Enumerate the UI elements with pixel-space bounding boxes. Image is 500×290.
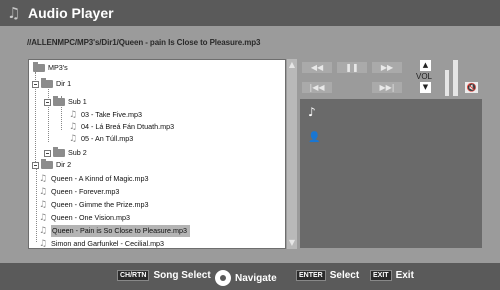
volume-up-button[interactable]: ▲	[420, 60, 431, 71]
scroll-down-icon[interactable]: ▼	[287, 238, 297, 248]
file-list-panel[interactable]: MP3's Dir 1 Sub 1 ♫ 03 - Take Five.mp3 ♫…	[28, 59, 286, 249]
collapse-toggle-icon[interactable]	[44, 98, 51, 106]
collapse-toggle-icon[interactable]	[32, 161, 39, 169]
mute-button[interactable]: 🔇	[465, 82, 478, 93]
song-select-hint[interactable]: CH/RTN Song Select	[117, 270, 211, 281]
previous-track-button[interactable]: |◀◀	[302, 82, 332, 93]
next-track-button[interactable]: ▶▶|	[372, 82, 402, 93]
audio-player-window: ♫ Audio Player //ALLENMPC/MP3's/Dir1/Que…	[0, 0, 500, 290]
file-label: Queen - Pain is So Close to Pleasure.mp3	[51, 225, 191, 237]
music-file-icon: ♫	[39, 213, 48, 223]
list-item[interactable]: ♫ Queen - Gimme the Prize.mp3	[39, 199, 148, 211]
volume-bar	[453, 60, 458, 96]
music-file-icon: ♫	[39, 226, 48, 236]
list-item[interactable]: ♫ Queen - One Vision.mp3	[39, 212, 130, 224]
volume-down-icon: ▼	[422, 83, 429, 91]
file-label: Simon and Garfunkel - Cecilial.mp3	[51, 239, 165, 248]
list-item-selected[interactable]: ♫ Queen - Pain is So Close to Pleasure.m…	[39, 225, 191, 237]
bottom-hint-bar: CH/RTN Song Select Navigate ENTER Select…	[0, 263, 500, 290]
pause-icon: ❚❚	[345, 63, 359, 72]
folder-icon	[41, 159, 53, 169]
tree-guide-line	[48, 84, 49, 142]
artist-icon: 👤	[308, 132, 321, 143]
music-file-icon: ♫	[69, 122, 78, 132]
folder-icon	[33, 62, 45, 72]
tree-item-root[interactable]: MP3's	[33, 62, 68, 74]
file-label: 05 - An Túll.mp3	[81, 134, 134, 143]
file-label: 03 - Take Five.mp3	[81, 110, 142, 119]
folder-icon	[41, 78, 53, 88]
tree-item-label: Dir 2	[56, 160, 72, 169]
tree-item-label: Dir 1	[56, 79, 72, 88]
window-title: Audio Player	[28, 5, 114, 21]
tree-guide-line	[36, 162, 37, 242]
tree-item-sub1[interactable]: Sub 1	[44, 96, 87, 108]
list-item[interactable]: ♫ 03 - Take Five.mp3	[69, 109, 142, 121]
list-item[interactable]: ♫ 05 - An Túll.mp3	[69, 133, 133, 145]
volume-up-icon: ▲	[422, 61, 429, 69]
song-select-label: Song Select	[153, 270, 211, 281]
exit-key-icon: EXIT	[370, 270, 392, 281]
music-note-icon: ♪	[308, 105, 316, 119]
navigate-hint[interactable]: Navigate	[215, 270, 277, 286]
fast-forward-button[interactable]: ▶▶	[372, 62, 402, 73]
exit-hint[interactable]: EXIT Exit	[370, 270, 414, 281]
navigation-pad-icon	[215, 270, 231, 286]
file-label: Queen - One Vision.mp3	[51, 213, 130, 222]
tree-item-label: Sub 2	[68, 148, 87, 157]
select-label: Select	[329, 270, 360, 281]
music-file-icon: ♫	[39, 239, 48, 249]
file-label: Queen - Forever.mp3	[51, 187, 120, 196]
mute-icon: 🔇	[466, 83, 477, 92]
file-label: Queen - A Kinnd of Magic.mp3	[51, 174, 149, 183]
exit-label: Exit	[395, 270, 414, 281]
list-scrollbar[interactable]: ▲ ▼	[287, 59, 297, 249]
track-info-panel: ♪ 👤	[300, 99, 482, 248]
collapse-toggle-icon[interactable]	[32, 80, 39, 88]
expand-toggle-icon[interactable]	[44, 149, 51, 157]
enter-key-icon: ENTER	[296, 270, 326, 281]
folder-icon	[53, 96, 65, 106]
ch-rtn-key-icon: CH/RTN	[117, 270, 150, 281]
title-bar: ♫ Audio Player	[0, 0, 500, 26]
navigate-label: Navigate	[235, 272, 277, 284]
rewind-button[interactable]: ◀◀	[302, 62, 332, 73]
tree-item-sub2[interactable]: Sub 2	[44, 147, 87, 159]
music-file-icon: ♫	[39, 174, 48, 184]
current-path: //ALLENMPC/MP3's/Dir1/Queen - pain Is Cl…	[27, 38, 261, 47]
file-label: Queen - Gimme the Prize.mp3	[51, 200, 149, 209]
music-note-icon: ♫	[7, 4, 21, 22]
music-file-icon: ♫	[69, 134, 78, 144]
volume-label: VOL	[416, 72, 433, 81]
fast-forward-icon: ▶▶	[380, 63, 394, 72]
music-file-icon: ♫	[39, 200, 48, 210]
rewind-icon: ◀◀	[310, 63, 324, 72]
tree-item-dir2[interactable]: Dir 2	[32, 159, 71, 171]
pause-button[interactable]: ❚❚	[337, 62, 367, 73]
previous-track-icon: |◀◀	[309, 83, 325, 92]
volume-down-button[interactable]: ▼	[420, 82, 431, 93]
list-item[interactable]: ♫ 04 - Lá Breá Fán Dtuath.mp3	[69, 121, 174, 133]
file-label: 04 - Lá Breá Fán Dtuath.mp3	[81, 122, 175, 131]
list-item[interactable]: ♫ Queen - Forever.mp3	[39, 186, 119, 198]
select-hint[interactable]: ENTER Select	[296, 270, 359, 281]
volume-level-indicator	[443, 60, 461, 96]
folder-icon	[53, 147, 65, 157]
scroll-up-icon[interactable]: ▲	[287, 60, 297, 70]
tree-item-dir1[interactable]: Dir 1	[32, 78, 71, 90]
list-item[interactable]: ♫ Simon and Garfunkel - Cecilial.mp3	[39, 238, 164, 250]
tree-item-label: MP3's	[48, 63, 68, 72]
volume-bar	[445, 70, 449, 96]
next-track-icon: ▶▶|	[379, 83, 395, 92]
list-item[interactable]: ♫ Queen - A Kinnd of Magic.mp3	[39, 173, 149, 185]
music-file-icon: ♫	[69, 110, 78, 120]
tree-item-label: Sub 1	[68, 97, 87, 106]
music-file-icon: ♫	[39, 187, 48, 197]
